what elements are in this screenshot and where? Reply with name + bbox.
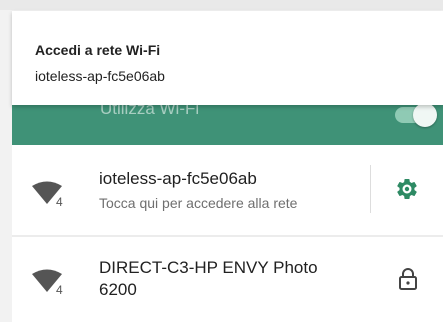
network-name-line2: 6200	[99, 280, 137, 299]
network-list: 4 ioteless-ap-fc5e06ab Tocca qui per acc…	[12, 145, 443, 322]
wifi-signal-4-icon: 4	[30, 267, 70, 297]
network-status: Tocca qui per accedere alla rete	[99, 195, 298, 211]
network-name-line1: DIRECT-C3-HP ENVY Photo	[99, 258, 318, 277]
network-row-direct-hp[interactable]: 4 DIRECT-C3-HP ENVY Photo 6200	[12, 237, 443, 322]
network-name: ioteless-ap-fc5e06ab	[99, 169, 257, 188]
network-row-ioteless[interactable]: 4 ioteless-ap-fc5e06ab Tocca qui per acc…	[12, 145, 443, 235]
gear-icon[interactable]	[395, 177, 419, 201]
notification-network: ioteless-ap-fc5e06ab	[35, 68, 165, 84]
wifi-signal-4-icon: 4	[30, 179, 70, 209]
status-bar	[0, 0, 443, 10]
signal-badge: 4	[56, 195, 63, 209]
wifi-toggle[interactable]	[395, 103, 437, 127]
sign-in-notification[interactable]: Accedi a rete Wi-Fi ioteless-ap-fc5e06ab	[12, 11, 443, 105]
notification-title: Accedi a rete Wi-Fi	[35, 42, 161, 58]
lock-icon	[398, 267, 418, 291]
signal-badge: 4	[56, 283, 63, 297]
row-separator	[370, 165, 371, 213]
wifi-toggle-thumb	[413, 103, 437, 127]
